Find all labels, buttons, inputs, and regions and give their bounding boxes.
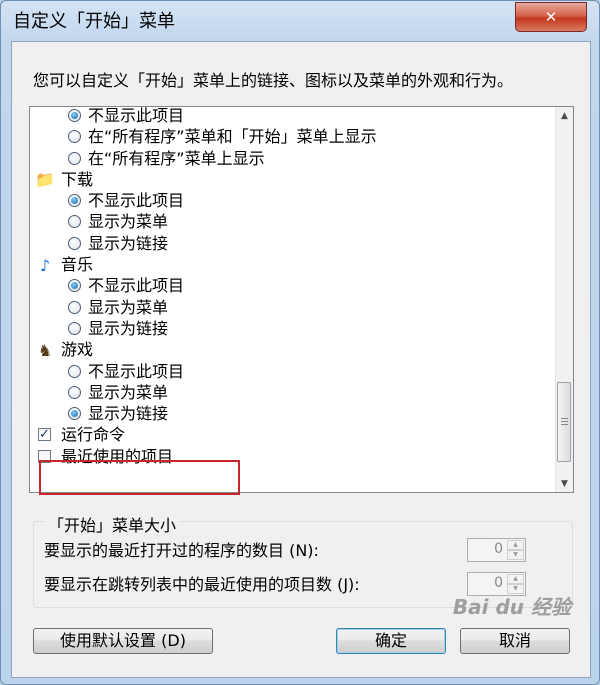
radio-option[interactable]: 不显示此项目 <box>30 361 550 382</box>
description-text: 您可以自定义「开始」菜单上的链接、图标以及菜单的外观和行为。 <box>33 71 514 90</box>
checkbox-checked[interactable] <box>38 424 51 445</box>
customize-start-menu-dialog: 自定义「开始」菜单 ✕ 您可以自定义「开始」菜单上的链接、图标以及菜单的外观和行… <box>0 0 600 685</box>
radio-option[interactable]: 不显示此项目 <box>30 106 550 126</box>
radio-option-label: 不显示此项目 <box>88 106 185 125</box>
music-note-icon: ♪ <box>39 255 51 275</box>
radio-option[interactable]: 不显示此项目 <box>30 275 550 296</box>
category-label: 音乐 <box>61 255 94 275</box>
scroll-up-arrow-icon[interactable]: ▲ <box>556 107 573 124</box>
ok-button[interactable]: 确定 <box>336 628 446 654</box>
radio-option[interactable]: 显示为链接 <box>30 403 550 424</box>
checkbox-label: 运行命令 <box>61 425 126 445</box>
radio-button[interactable] <box>68 151 81 165</box>
category-music-note: ♪ 音乐 <box>30 254 550 275</box>
category-label: 下载 <box>61 169 94 189</box>
radio-option-label: 显示为菜单 <box>88 212 169 232</box>
scroll-down-arrow-icon[interactable]: ▼ <box>556 475 573 492</box>
grip-line <box>561 418 568 419</box>
radio-option-label: 在“所有程序”菜单和「开始」菜单上显示 <box>88 127 377 147</box>
radio-option-label: 显示为菜单 <box>88 382 169 402</box>
recent-programs-label: 要显示的最近打开过的程序的数目 (N): <box>44 541 319 560</box>
radio-button[interactable] <box>68 300 81 314</box>
category-label: 游戏 <box>61 340 94 360</box>
dialog-body: 您可以自定义「开始」菜单上的链接、图标以及菜单的外观和行为。 不显示此项目在“所… <box>11 41 591 678</box>
options-list-items: 不显示此项目 在“所有程序”菜单和「开始」菜单上显示 在“所有程序”菜单上显示 📁 下载… <box>30 106 550 467</box>
spin-down-icon[interactable]: ▼ <box>507 550 524 560</box>
cancel-button[interactable]: 取消 <box>460 628 570 654</box>
radio-button[interactable] <box>68 385 81 399</box>
spin-up-icon[interactable]: ▲ <box>507 574 524 584</box>
radio-option-label: 不显示此项目 <box>88 191 185 211</box>
radio-option[interactable]: 不显示此项目 <box>30 190 550 211</box>
recent-programs-spin-buttons: ▲ ▼ <box>507 540 524 560</box>
download-folder-icon: 📁 <box>35 170 55 190</box>
radio-button-selected[interactable] <box>68 407 81 421</box>
radio-option[interactable]: 显示为链接 <box>30 233 550 254</box>
radio-option-label: 显示为菜单 <box>88 297 169 317</box>
vertical-scrollbar[interactable]: ▲ ▼ <box>555 107 573 492</box>
radio-button[interactable] <box>68 236 81 250</box>
radio-option[interactable]: 在“所有程序”菜单和「开始」菜单上显示 <box>30 126 550 147</box>
close-button[interactable]: ✕ <box>515 2 587 32</box>
radio-button[interactable] <box>68 321 81 335</box>
radio-button[interactable] <box>68 215 81 229</box>
jump-list-label: 要显示在跳转列表中的最近使用的项目数 (J): <box>44 575 360 594</box>
recent-programs-value: 0 <box>494 541 503 557</box>
radio-option-label: 不显示此项目 <box>88 361 185 381</box>
category-games-chess: ♞ 游戏 <box>30 339 550 360</box>
radio-option-label: 显示为链接 <box>88 233 169 253</box>
scrollbar-thumb[interactable] <box>557 382 571 462</box>
close-icon: ✕ <box>544 8 558 26</box>
recent-programs-spinner[interactable]: 0 ▲ ▼ <box>467 538 526 562</box>
radio-button[interactable] <box>68 364 81 378</box>
grip-line <box>561 421 568 422</box>
category-download-folder: 📁 下载 <box>30 169 550 190</box>
radio-option[interactable]: 显示为菜单 <box>30 211 550 232</box>
window-title: 自定义「开始」菜单 <box>13 11 175 32</box>
radio-button-selected[interactable] <box>68 109 81 122</box>
radio-option[interactable]: 在“所有程序”菜单上显示 <box>30 148 550 169</box>
title-bar: 自定义「开始」菜单 ✕ <box>1 1 599 41</box>
grip-line <box>561 424 568 425</box>
radio-option-label: 不显示此项目 <box>88 276 185 296</box>
start-menu-size-group-title: 「开始」菜单大小 <box>44 512 181 536</box>
jump-list-value: 0 <box>494 575 503 591</box>
start-menu-options-list[interactable]: 不显示此项目 在“所有程序”菜单和「开始」菜单上显示 在“所有程序”菜单上显示 📁 下载… <box>29 106 574 493</box>
radio-option[interactable]: 显示为菜单 <box>30 297 550 318</box>
radio-button-selected[interactable] <box>68 279 81 293</box>
radio-option[interactable]: 显示为链接 <box>30 318 550 339</box>
use-default-settings-button[interactable]: 使用默认设置 (D) <box>33 628 213 654</box>
radio-button[interactable] <box>68 130 81 144</box>
red-highlight-box <box>39 460 240 495</box>
radio-option-label: 显示为链接 <box>88 318 169 338</box>
games-chess-icon: ♞ <box>37 340 53 360</box>
radio-option-label: 在“所有程序”菜单上显示 <box>88 148 265 168</box>
radio-button-selected[interactable] <box>68 194 81 208</box>
spin-up-icon[interactable]: ▲ <box>507 540 524 550</box>
radio-option[interactable]: 显示为菜单 <box>30 382 550 403</box>
baidu-watermark: Bai du 经验 <box>452 595 571 619</box>
checkbox-option[interactable]: 运行命令 <box>30 424 550 445</box>
radio-option-label: 显示为链接 <box>88 404 169 424</box>
